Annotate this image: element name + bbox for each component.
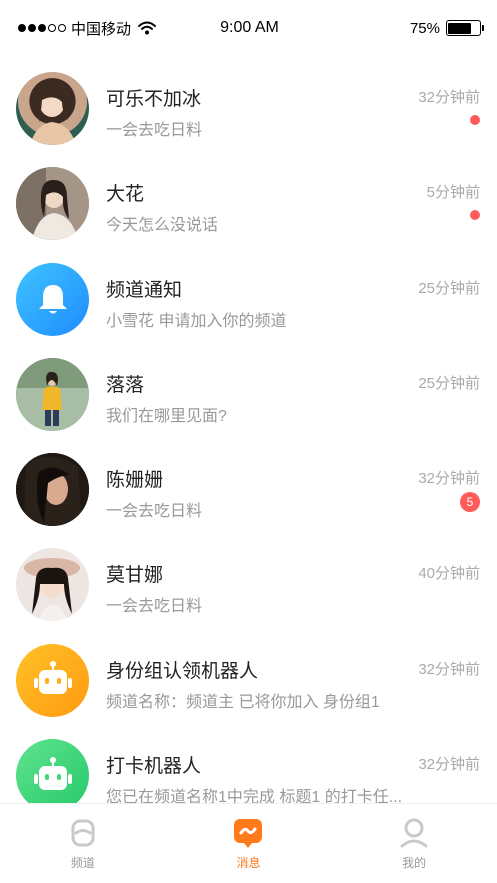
battery-icon: [445, 20, 484, 36]
conversation-item[interactable]: 身份组认领机器人 频道名称：频道主 已将你加入 身份组1 32分钟前: [0, 632, 497, 727]
robot-icon: [33, 756, 72, 790]
wifi-icon: [138, 21, 157, 35]
tab-messages[interactable]: 消息: [188, 804, 308, 871]
tab-label: 频道: [70, 856, 95, 870]
conversation-time: 5分钟前: [426, 184, 480, 202]
conversation-preview: 今天怎么没说话: [106, 217, 219, 235]
conversation-time: 40分钟前: [418, 565, 480, 583]
tab-label: 消息: [236, 856, 261, 870]
unread-count-badge: 5: [460, 492, 480, 513]
avatar: [16, 739, 89, 803]
conversation-preview: 您已在频道名称1中完成 标题1 的打卡任...: [106, 789, 403, 803]
conversation-name: 身份组认领机器人: [106, 660, 259, 682]
conversation-item[interactable]: 打卡机器人 您已在频道名称1中完成 标题1 的打卡任... 32分钟前: [0, 727, 497, 803]
conversation-preview: 一会去吃日料: [106, 503, 203, 521]
unread-dot: [470, 115, 480, 125]
conversation-preview: 频道名称：频道主 已将你加入 身份组1: [106, 693, 380, 711]
conversation-preview: 小雪花 申请加入你的频道: [106, 312, 287, 330]
tab-channel[interactable]: 频道: [23, 804, 143, 871]
conversation-time: 32分钟前: [418, 470, 480, 488]
tab-profile[interactable]: 我的: [354, 804, 474, 871]
conversation-name: 打卡机器人: [106, 756, 202, 778]
carrier-label: 中国移动: [71, 20, 132, 38]
avatar: [16, 357, 89, 431]
conversation-preview: 一会去吃日料: [106, 598, 203, 616]
unread-dot: [470, 210, 480, 221]
tab-label: 我的: [402, 856, 427, 870]
conversation-name: 大花: [106, 184, 145, 206]
conversation-time: 25分钟前: [418, 374, 480, 392]
conversation-item[interactable]: 莫甘娜 一会去吃日料 40分钟前: [0, 536, 497, 631]
conversation-name: 可乐不加冰: [106, 89, 202, 110]
conversation-time: 32分钟前: [418, 756, 480, 774]
avatar: [16, 262, 89, 336]
bottom-tab-bar: 频道 消息 我的: [0, 803, 497, 883]
conversation-item[interactable]: 大花 今天怎么没说话 5分钟前: [0, 155, 497, 250]
conversation-time: 32分钟前: [418, 89, 480, 106]
conversation-name: 莫甘娜: [106, 565, 164, 587]
avatar: [16, 453, 89, 527]
message-icon: [231, 816, 265, 850]
channel-icon: [66, 816, 100, 850]
conversation-item[interactable]: 频道通知 小雪花 申请加入你的频道 25分钟前: [0, 251, 497, 346]
status-left: 中国移动: [18, 18, 188, 39]
conversation-name: 频道通知: [106, 279, 183, 301]
conversation-preview: 我们在哪里见面?: [106, 407, 227, 425]
bell-icon: [38, 285, 67, 314]
battery-percent: 75%: [409, 19, 440, 37]
avatar: [16, 643, 89, 717]
avatar: [16, 72, 89, 145]
avatar: [16, 548, 89, 622]
conversation-list: 可乐不加冰 一会去吃日料 32分钟前 大花 今天怎么没说话 5分钟前 频道通知 …: [0, 60, 497, 803]
conversation-time: 32分钟前: [418, 660, 480, 678]
avatar: [16, 167, 89, 241]
conversation-item[interactable]: 可乐不加冰 一会去吃日料 32分钟前: [0, 60, 497, 155]
status-bar: 中国移动 9:00 AM 75%: [0, 0, 497, 56]
robot-icon: [33, 661, 72, 695]
conversation-preview: 一会去吃日料: [106, 122, 203, 139]
conversation-time: 25分钟前: [418, 279, 480, 297]
status-right: 75%: [311, 19, 484, 37]
conversation-item[interactable]: 陈姗姗 一会去吃日料 32分钟前 5: [0, 441, 497, 536]
status-time: 9:00 AM: [220, 19, 279, 36]
conversation-name: 落落: [106, 374, 145, 396]
profile-icon: [397, 816, 431, 850]
conversation-name: 陈姗姗: [106, 470, 164, 492]
signal-strength-icon: [18, 24, 66, 32]
conversation-item[interactable]: 落落 我们在哪里见面? 25分钟前: [0, 346, 497, 441]
